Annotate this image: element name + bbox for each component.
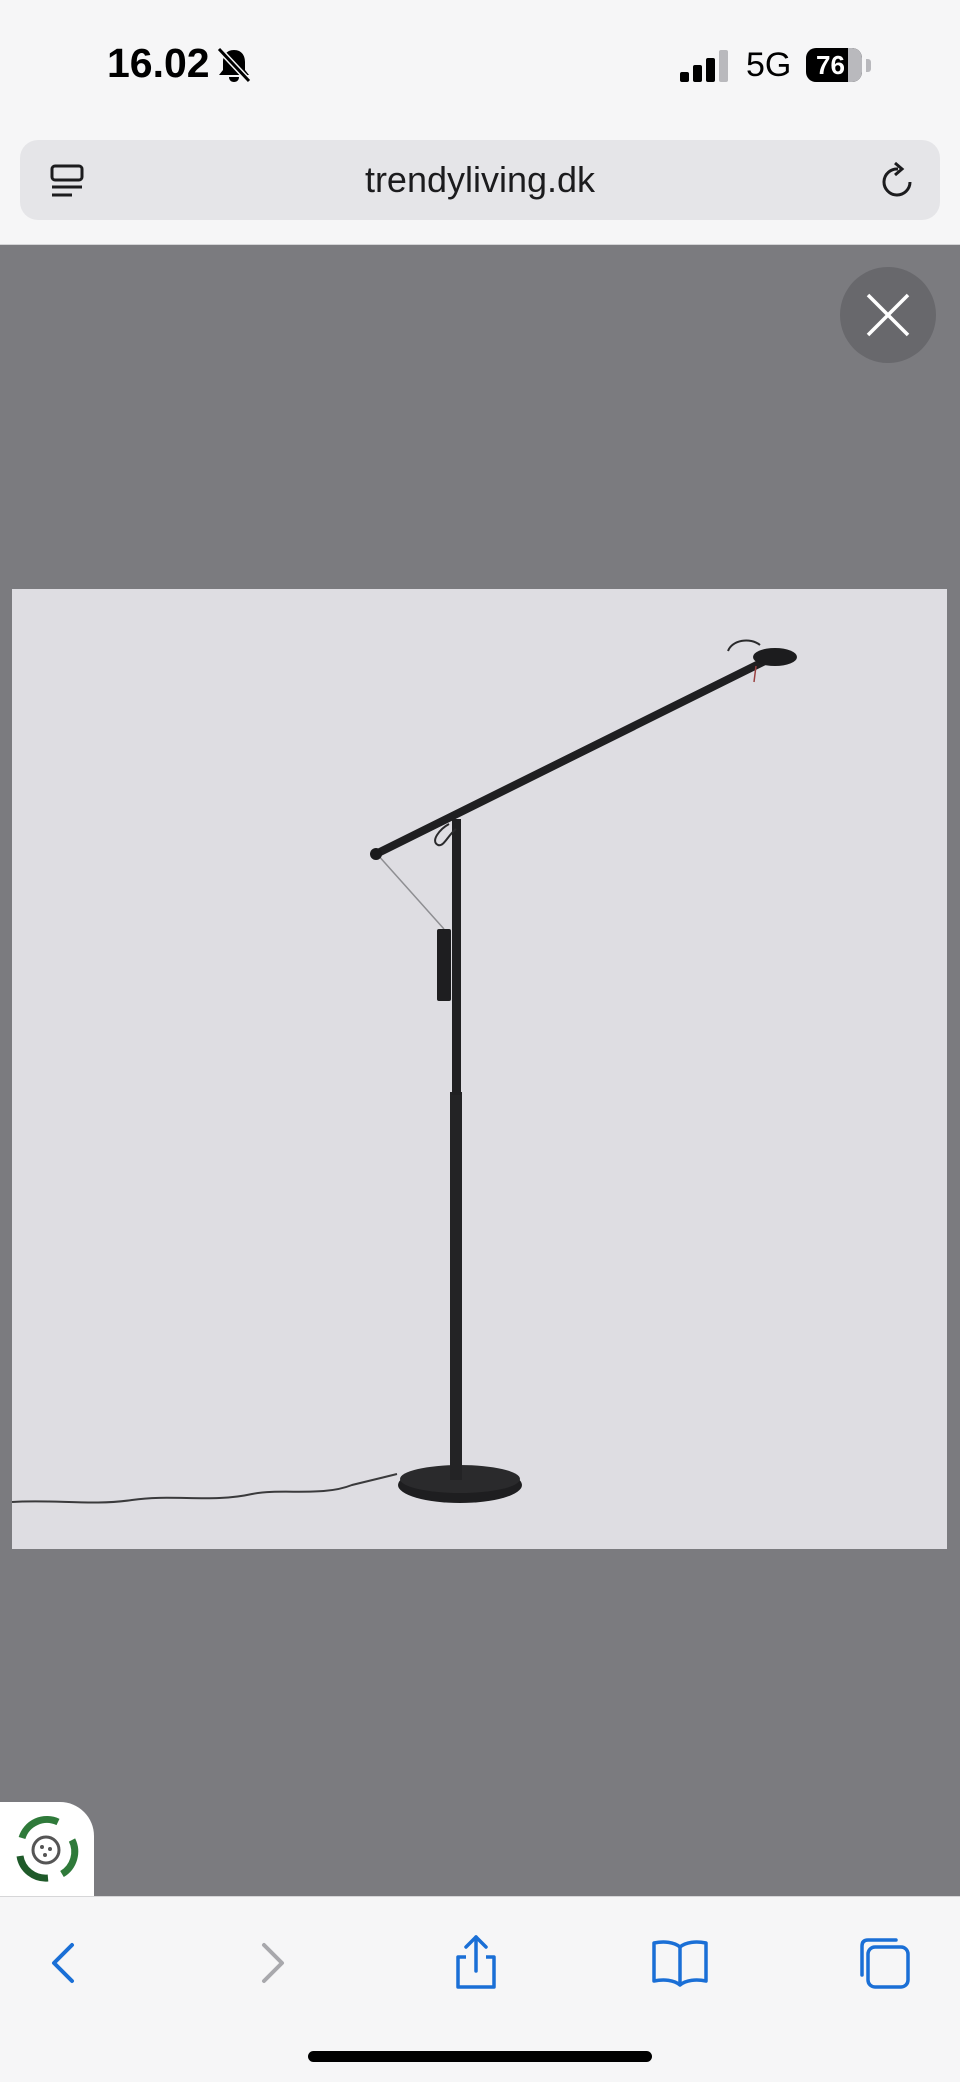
browser-toolbar	[0, 1896, 960, 2082]
home-indicator[interactable]	[308, 2051, 652, 2062]
close-button[interactable]	[840, 267, 936, 363]
status-time: 16.02	[107, 40, 210, 86]
tabs-button[interactable]	[852, 1931, 916, 1995]
battery-indicator: 76	[806, 48, 862, 82]
back-button[interactable]	[32, 1931, 96, 1995]
share-icon	[456, 1935, 496, 1989]
book-icon	[652, 1940, 708, 1987]
address-area: trendyliving.dk	[0, 132, 960, 245]
floor-lamp-illustration	[11, 639, 797, 1504]
eco-recycle-icon	[16, 1816, 79, 1882]
product-image	[11, 589, 947, 1549]
share-button[interactable]	[444, 1931, 508, 1995]
address-bar[interactable]: trendyliving.dk	[20, 140, 940, 220]
battery-nub	[866, 59, 871, 72]
bookmarks-button[interactable]	[648, 1931, 712, 1995]
chevron-right-icon	[262, 1943, 284, 1983]
network-type: 5G	[746, 46, 792, 84]
eco-badge[interactable]	[0, 1802, 94, 1896]
reload-icon[interactable]	[878, 160, 918, 202]
chevron-left-icon	[52, 1943, 74, 1983]
cellular-signal-icon	[680, 50, 728, 82]
forward-button[interactable]	[240, 1931, 304, 1995]
reader-mode-icon[interactable]	[48, 162, 86, 202]
url-text[interactable]: trendyliving.dk	[20, 140, 940, 220]
status-bar: 16.02 5G 76	[0, 0, 960, 132]
tabs-icon	[860, 1938, 910, 1989]
close-icon	[866, 293, 910, 337]
battery-level: 76	[816, 50, 845, 80]
bell-slash-icon	[216, 46, 252, 84]
